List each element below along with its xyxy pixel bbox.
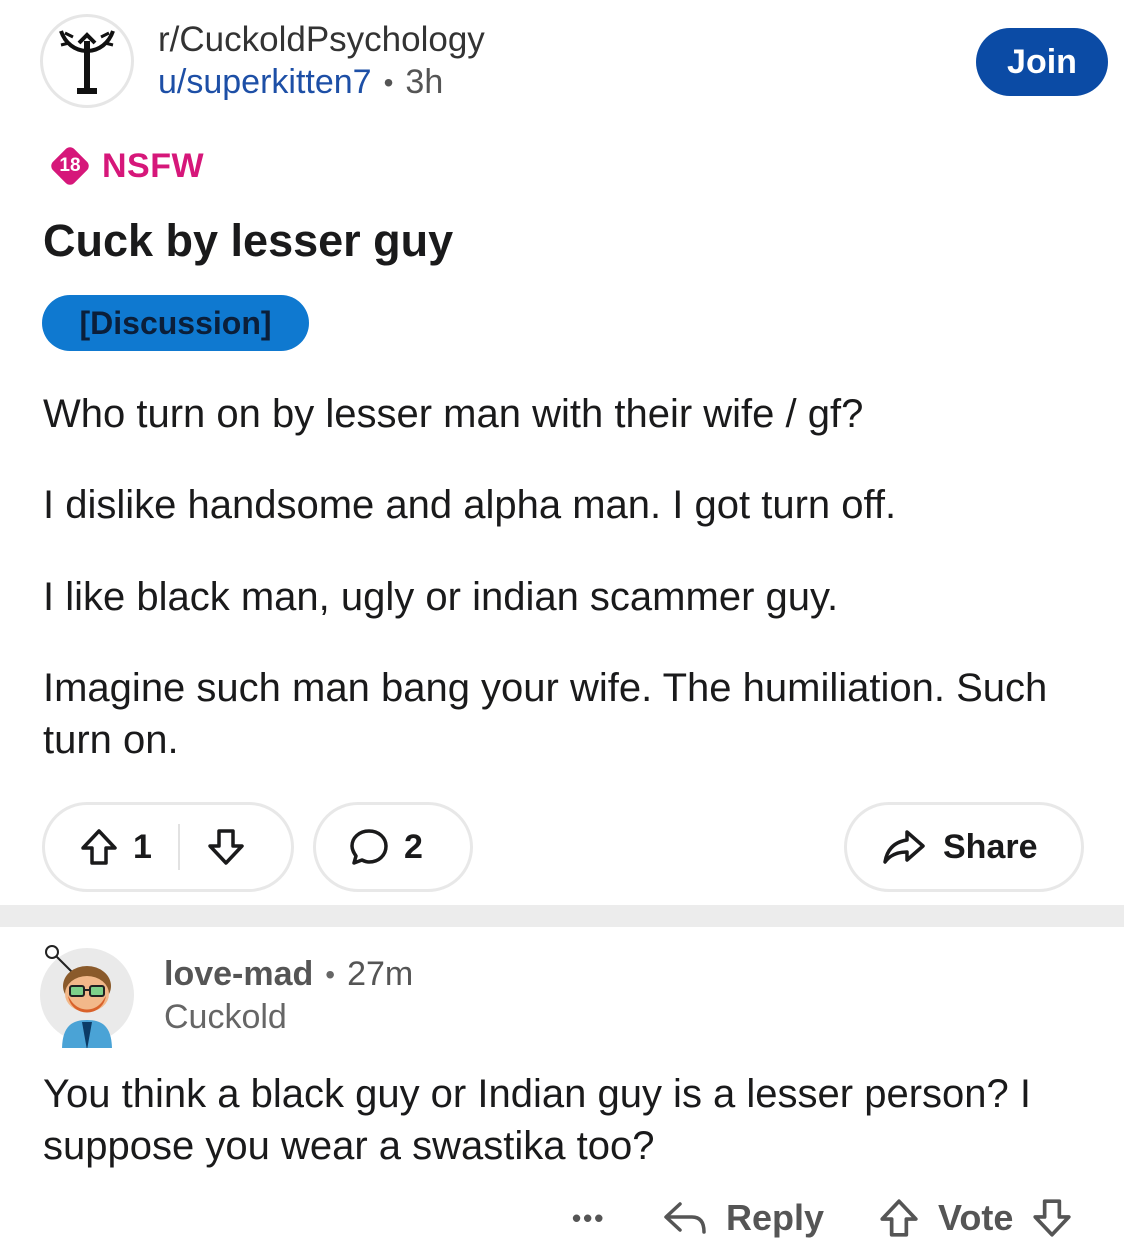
subreddit-avatar-icon[interactable] — [40, 14, 134, 108]
comment-username[interactable]: love-mad — [164, 955, 313, 994]
post-title[interactable]: Cuck by lesser guy — [43, 215, 453, 267]
reply-label: Reply — [726, 1197, 825, 1238]
comment-text: You think a black guy or Indian guy is a… — [43, 1072, 1032, 1168]
share-button[interactable]: Share — [844, 802, 1084, 892]
post-card: r/CuckoldPsychology u/superkitten7 • 3h … — [0, 0, 1124, 905]
meta-separator: • — [383, 66, 394, 98]
share-icon — [881, 827, 927, 867]
vote-bar: 1 — [42, 802, 294, 892]
join-button[interactable]: Join — [976, 28, 1108, 96]
nsfw-badge-number: 18 — [59, 155, 81, 176]
share-label: Share — [943, 827, 1038, 866]
downvote-icon[interactable] — [206, 827, 246, 867]
nsfw-tag: 18 NSFW — [48, 144, 204, 188]
post-age: 3h — [405, 63, 444, 101]
comment-age: 27m — [347, 955, 414, 993]
comment-icon — [348, 826, 390, 868]
comment-count: 2 — [404, 827, 423, 866]
more-icon: ••• — [572, 1202, 606, 1233]
upvote-icon[interactable] — [878, 1197, 920, 1239]
more-button[interactable]: ••• — [572, 1190, 605, 1246]
author-link[interactable]: u/superkitten7 — [158, 63, 372, 102]
reply-icon — [662, 1198, 708, 1238]
post-body-paragraph: Who turn on by lesser man with their wif… — [43, 392, 864, 436]
comment-header: love-mad • 27m — [164, 955, 413, 994]
upvote-icon[interactable] — [79, 827, 119, 867]
meta-separator: • — [325, 958, 336, 990]
nsfw-badge-icon: 18 — [48, 144, 92, 188]
section-divider — [0, 905, 1124, 927]
vote-label: Vote — [938, 1197, 1014, 1238]
post-body-paragraph: I dislike handsome and alpha man. I got … — [43, 483, 897, 527]
user-avatar-icon[interactable] — [40, 945, 134, 1048]
reply-button[interactable]: Reply — [662, 1190, 824, 1246]
comment-vote-bar: Vote — [878, 1190, 1073, 1246]
post-flair[interactable]: [Discussion] — [42, 295, 309, 351]
user-flair: Cuckold — [164, 998, 287, 1036]
downvote-icon[interactable] — [1031, 1197, 1073, 1239]
vote-count: 1 — [133, 827, 152, 866]
comments-button[interactable]: 2 — [313, 802, 473, 892]
vote-divider — [177, 824, 180, 870]
post-body-paragraph: Imagine such man bang your wife. The hum… — [43, 666, 1048, 762]
nsfw-label: NSFW — [102, 146, 205, 185]
post-body-paragraph: I like black man, ugly or indian scammer… — [43, 575, 839, 619]
subreddit-name[interactable]: r/CuckoldPsychology — [158, 20, 485, 60]
post-meta: u/superkitten7 • 3h — [158, 63, 443, 102]
